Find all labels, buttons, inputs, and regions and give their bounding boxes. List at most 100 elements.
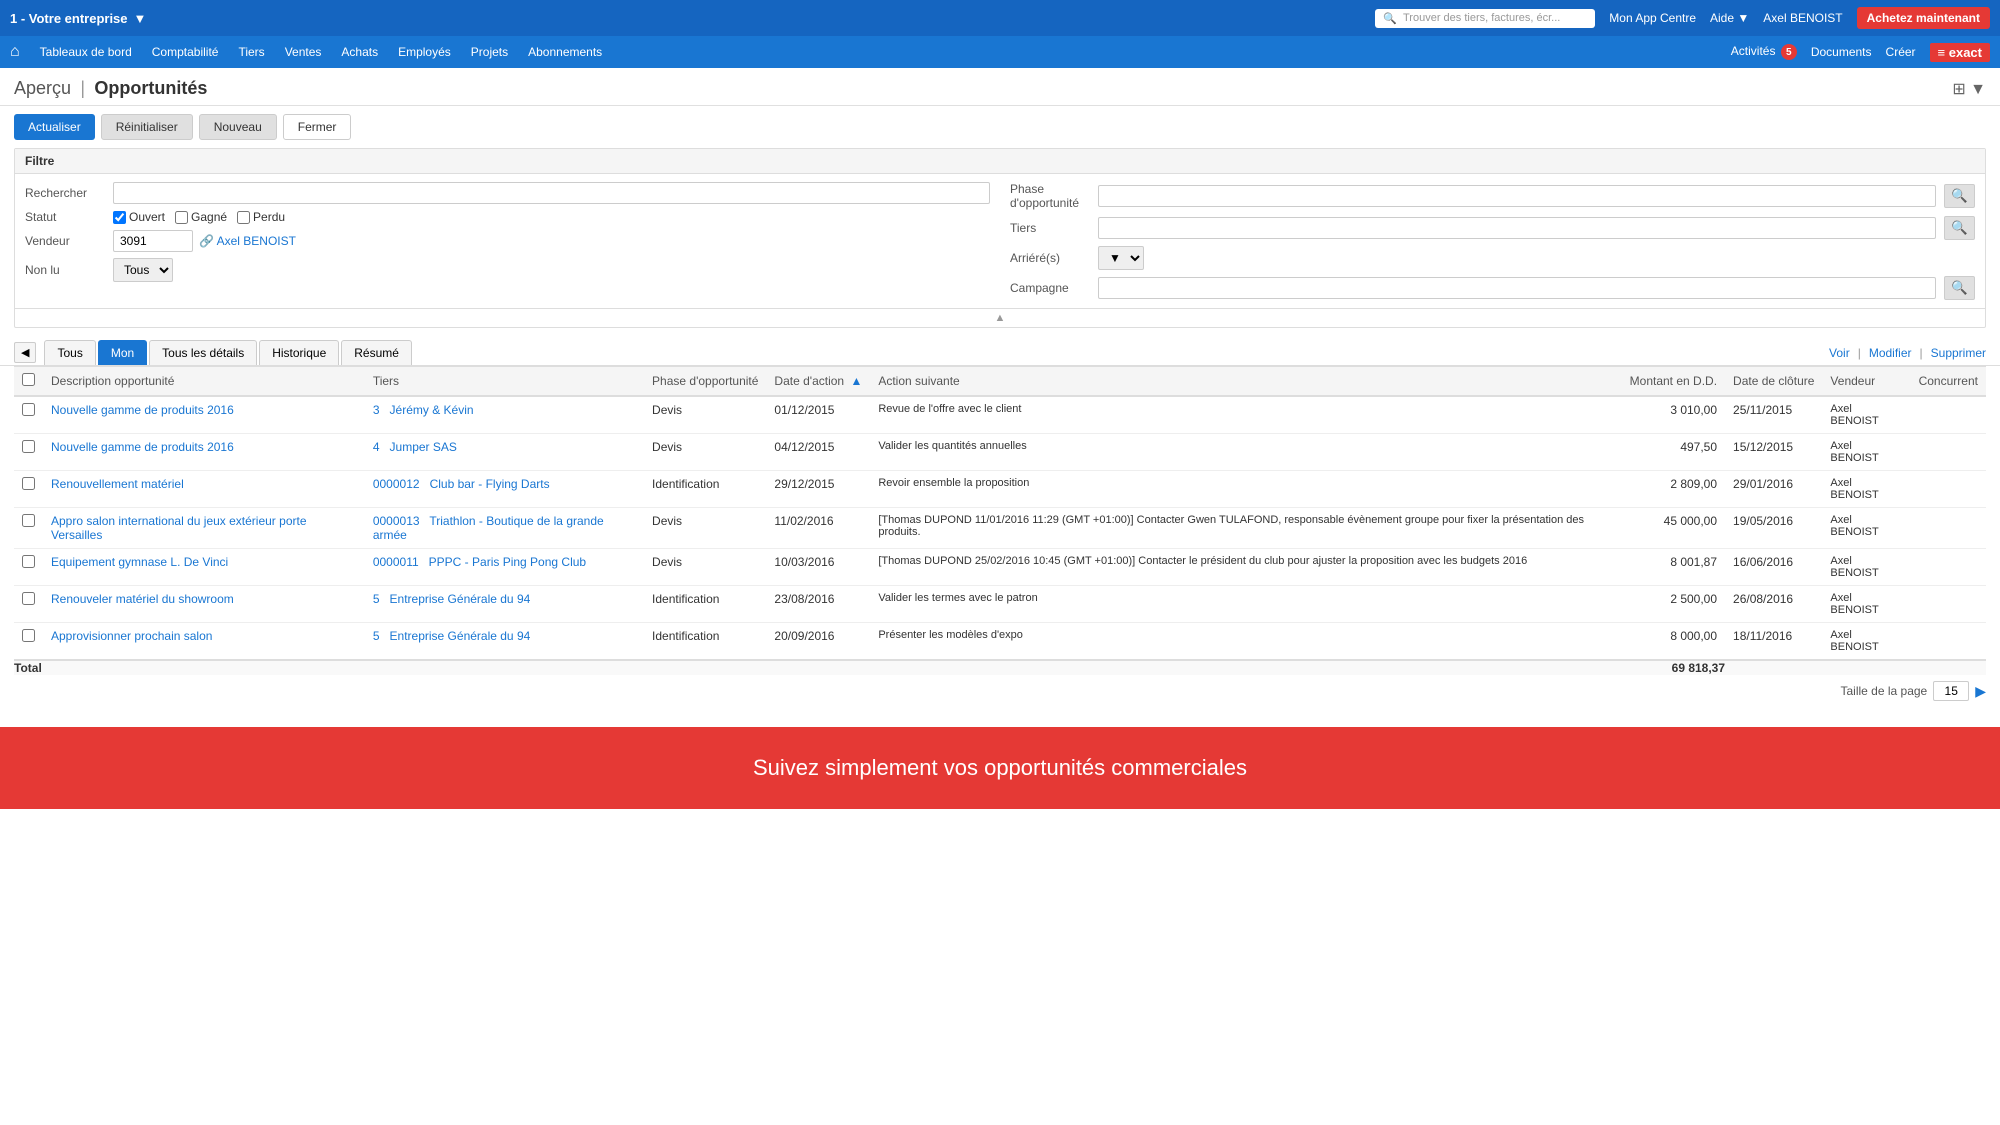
statut-perdu-item[interactable]: Perdu bbox=[237, 210, 285, 224]
page-next-btn[interactable]: ▶ bbox=[1975, 683, 1986, 700]
tiers-num-link[interactable]: 5 bbox=[373, 629, 380, 643]
row-phase: Devis bbox=[644, 549, 766, 586]
tabs-bar: ◀ Tous Mon Tous les détails Historique R… bbox=[0, 336, 2000, 366]
filter-phase-search-btn[interactable]: 🔍 bbox=[1944, 184, 1975, 208]
description-link[interactable]: Renouveler matériel du showroom bbox=[51, 592, 234, 606]
modifier-link[interactable]: Modifier bbox=[1869, 346, 1912, 360]
row-checkbox[interactable] bbox=[22, 440, 35, 453]
filter-campagne-search-btn[interactable]: 🔍 bbox=[1944, 276, 1975, 300]
statut-gagne-checkbox[interactable] bbox=[175, 211, 188, 224]
row-montant: 8 001,87 bbox=[1622, 549, 1725, 586]
row-checkbox[interactable] bbox=[22, 592, 35, 605]
documents-link[interactable]: Documents bbox=[1811, 45, 1872, 59]
select-all-checkbox[interactable] bbox=[22, 373, 35, 386]
filter-tiers-input[interactable] bbox=[1098, 217, 1936, 239]
activites-link[interactable]: Activités 5 bbox=[1731, 44, 1797, 61]
row-checkbox-cell[interactable] bbox=[14, 396, 43, 434]
row-vendeur: Axel BENOIST bbox=[1822, 434, 1910, 471]
voir-link[interactable]: Voir bbox=[1829, 346, 1850, 360]
tiers-name-link[interactable]: Entreprise Générale du 94 bbox=[390, 629, 531, 643]
row-checkbox-cell[interactable] bbox=[14, 434, 43, 471]
aide-link[interactable]: Aide ▼ bbox=[1710, 11, 1749, 25]
row-checkbox-cell[interactable] bbox=[14, 586, 43, 623]
banner-text: Suivez simplement vos opportunités comme… bbox=[753, 755, 1247, 780]
actualiser-button[interactable]: Actualiser bbox=[14, 114, 95, 140]
tab-tous-details[interactable]: Tous les détails bbox=[149, 340, 257, 365]
filter-phase-input[interactable] bbox=[1098, 185, 1936, 207]
nav-tiers[interactable]: Tiers bbox=[238, 45, 264, 59]
tiers-name-link[interactable]: Jérémy & Kévin bbox=[390, 403, 474, 417]
nav-projets[interactable]: Projets bbox=[471, 45, 508, 59]
row-checkbox-cell[interactable] bbox=[14, 508, 43, 549]
filter-campagne-input[interactable] bbox=[1098, 277, 1936, 299]
tiers-num-link[interactable]: 0000012 bbox=[373, 477, 420, 491]
filter-tiers-search-btn[interactable]: 🔍 bbox=[1944, 216, 1975, 240]
row-checkbox[interactable] bbox=[22, 555, 35, 568]
tiers-num-link[interactable]: 0000011 bbox=[373, 555, 419, 569]
row-checkbox-cell[interactable] bbox=[14, 549, 43, 586]
tiers-num-link[interactable]: 3 bbox=[373, 403, 380, 417]
supprimer-link[interactable]: Supprimer bbox=[1931, 346, 1986, 360]
tiers-num-link[interactable]: 5 bbox=[373, 592, 380, 606]
statut-perdu-checkbox[interactable] bbox=[237, 211, 250, 224]
row-checkbox-cell[interactable] bbox=[14, 471, 43, 508]
company-selector[interactable]: 1 - Votre entreprise ▼ bbox=[10, 11, 146, 26]
user-name[interactable]: Axel BENOIST bbox=[1763, 11, 1842, 25]
page-size-input[interactable] bbox=[1933, 681, 1969, 701]
fermer-button[interactable]: Fermer bbox=[283, 114, 352, 140]
row-checkbox-cell[interactable] bbox=[14, 623, 43, 661]
nav-employes[interactable]: Employés bbox=[398, 45, 451, 59]
description-link[interactable]: Nouvelle gamme de produits 2016 bbox=[51, 403, 234, 417]
row-checkbox[interactable] bbox=[22, 403, 35, 416]
nav-tableaux[interactable]: Tableaux de bord bbox=[40, 45, 132, 59]
filter-nonlu-select[interactable]: Tous bbox=[113, 258, 173, 282]
nav-comptabilite[interactable]: Comptabilité bbox=[152, 45, 219, 59]
description-link[interactable]: Nouvelle gamme de produits 2016 bbox=[51, 440, 234, 454]
filter-toggle[interactable]: ▲ bbox=[15, 308, 1985, 327]
global-search[interactable]: 🔍 Trouver des tiers, factures, écr... bbox=[1375, 9, 1595, 28]
description-link[interactable]: Appro salon international du jeux extéri… bbox=[51, 514, 307, 542]
row-checkbox[interactable] bbox=[22, 629, 35, 642]
row-concurrent bbox=[1911, 586, 1986, 623]
nav-achats[interactable]: Achats bbox=[341, 45, 378, 59]
layout-icon[interactable]: ⊞ ▼ bbox=[1952, 79, 1986, 99]
nouveau-button[interactable]: Nouveau bbox=[199, 114, 277, 140]
statut-ouvert-checkbox[interactable] bbox=[113, 211, 126, 224]
statut-ouvert-item[interactable]: Ouvert bbox=[113, 210, 165, 224]
app-center-link[interactable]: Mon App Centre bbox=[1609, 11, 1696, 25]
tiers-name-link[interactable]: PPPC - Paris Ping Pong Club bbox=[429, 555, 586, 569]
reinitialiser-button[interactable]: Réinitialiser bbox=[101, 114, 193, 140]
th-montant: Montant en D.D. bbox=[1622, 367, 1725, 397]
th-date-action[interactable]: Date d'action ▲ bbox=[766, 367, 870, 397]
tab-resume[interactable]: Résumé bbox=[341, 340, 412, 365]
description-link[interactable]: Equipement gymnase L. De Vinci bbox=[51, 555, 228, 569]
home-icon[interactable]: ⌂ bbox=[10, 43, 20, 61]
filter-rechercher-input[interactable] bbox=[113, 182, 990, 204]
tab-historique[interactable]: Historique bbox=[259, 340, 339, 365]
description-link[interactable]: Renouvellement matériel bbox=[51, 477, 184, 491]
achetez-button[interactable]: Achetez maintenant bbox=[1857, 7, 1990, 29]
tab-mon[interactable]: Mon bbox=[98, 340, 147, 365]
filter-vendeur-row: Vendeur 🔗 Axel BENOIST bbox=[25, 230, 990, 252]
tiers-name-link[interactable]: Club bar - Flying Darts bbox=[430, 477, 550, 491]
row-checkbox[interactable] bbox=[22, 477, 35, 490]
nav-bar: ⌂ Tableaux de bord Comptabilité Tiers Ve… bbox=[0, 36, 2000, 68]
tab-collapse-btn[interactable]: ◀ bbox=[14, 342, 36, 363]
filter-vendeur-input[interactable] bbox=[113, 230, 193, 252]
tab-tous[interactable]: Tous bbox=[44, 340, 95, 365]
tiers-name-link[interactable]: Entreprise Générale du 94 bbox=[390, 592, 531, 606]
filter-arrieres-select[interactable]: ▼ bbox=[1098, 246, 1144, 270]
row-concurrent bbox=[1911, 508, 1986, 549]
nav-ventes[interactable]: Ventes bbox=[285, 45, 322, 59]
tiers-name-link[interactable]: Jumper SAS bbox=[390, 440, 457, 454]
tiers-num-link[interactable]: 4 bbox=[373, 440, 380, 454]
statut-gagne-item[interactable]: Gagné bbox=[175, 210, 227, 224]
filter-vendeur-link[interactable]: 🔗 Axel BENOIST bbox=[199, 234, 296, 248]
tiers-num-link[interactable]: 0000013 bbox=[373, 514, 420, 528]
row-date-action: 11/02/2016 bbox=[766, 508, 870, 549]
creer-link[interactable]: Créer bbox=[1886, 45, 1916, 59]
nav-abonnements[interactable]: Abonnements bbox=[528, 45, 602, 59]
description-link[interactable]: Approvisionner prochain salon bbox=[51, 629, 212, 643]
row-checkbox[interactable] bbox=[22, 514, 35, 527]
row-description: Approvisionner prochain salon bbox=[43, 623, 365, 661]
